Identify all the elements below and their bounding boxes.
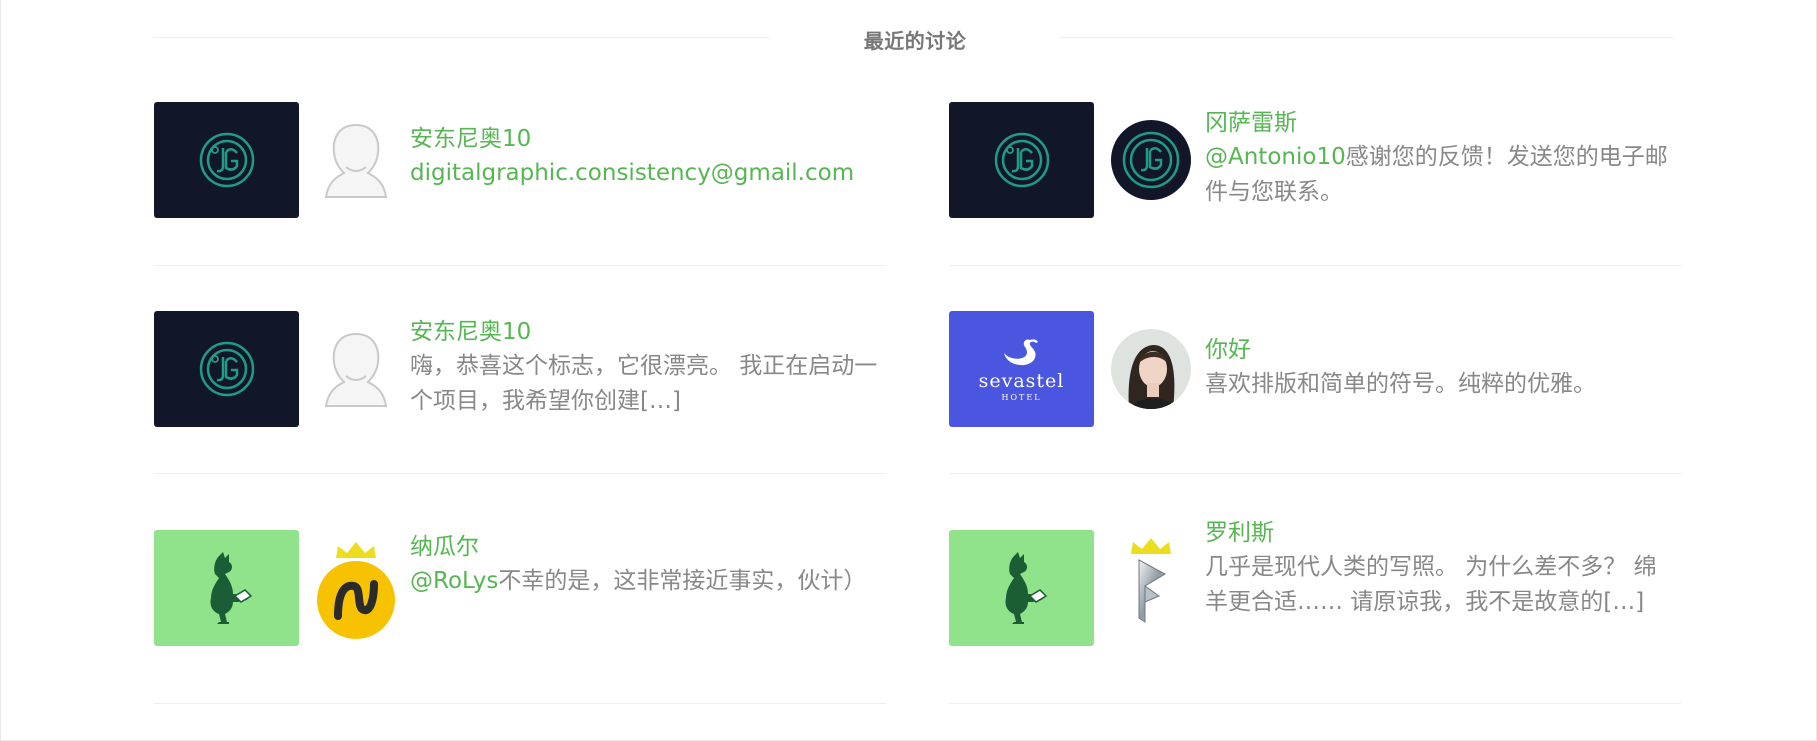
user-avatar[interactable] [1111,329,1191,409]
goat-reading-icon [209,552,252,624]
default-avatar-icon[interactable] [316,329,396,409]
discussion-item[interactable]: 罗利斯 几乎是现代人类的写照。 为什么差不多？ 绵羊更合适…… 请原谅我，我不是… [949,520,1681,710]
item-divider [949,265,1681,266]
logo-thumbnail[interactable] [949,102,1094,218]
comment-body[interactable]: 喜欢排版和简单的符号。纯粹的优雅。 [1205,367,1675,402]
user-avatar[interactable] [316,540,396,640]
jg-monogram-icon [199,132,254,188]
hotel-wordmark: sevastel [978,370,1065,392]
metal-p-logo-icon [1138,559,1167,623]
comment-body[interactable]: 几乎是现代人类的写照。 为什么差不多？ 绵羊更合适…… 请原谅我，我不是故意的[… [1205,550,1675,620]
logo-thumbnail[interactable] [154,311,299,427]
discussion-item[interactable]: 冈萨雷斯 @Antonio10感谢您的反馈！发送您的电子邮件与您联系。 [949,102,1681,282]
comment-body[interactable]: @RoLys不幸的是，这非常接近事实，伙计） [410,564,880,599]
portrait-photo-icon [1111,329,1191,409]
discussion-item[interactable]: 安东尼奥10 嗨，恭喜这个标志，它很漂亮。 我正在启动一个项目，我希望你创建[…… [154,311,886,491]
comment-text-block: 安东尼奥10 嗨，恭喜这个标志，它很漂亮。 我正在启动一个项目，我希望你创建[…… [410,315,880,419]
goat-reading-icon [1004,552,1047,624]
comment-author[interactable]: 安东尼奥10 [410,315,880,349]
swan-icon [1003,339,1038,366]
item-divider [154,473,886,474]
comment-text-block: 罗利斯 几乎是现代人类的写照。 为什么差不多？ 绵羊更合适…… 请原谅我，我不是… [1205,516,1675,620]
jg-monogram-icon [199,341,254,397]
n-logo-avatar-icon [317,561,395,639]
section-header: 最近的讨论 [0,22,1817,56]
comment-author[interactable]: 你好 [1205,333,1675,367]
comment-text-block: 纳瓜尔 @RoLys不幸的是，这非常接近事实，伙计） [410,530,880,599]
logo-thumbnail[interactable] [949,530,1094,646]
comment-body[interactable]: @Antonio10感谢您的反馈！发送您的电子邮件与您联系。 [1205,140,1675,210]
logo-thumbnail[interactable]: sevastel HOTEL [949,311,1094,427]
comment-mention[interactable]: @RoLys [410,568,498,594]
logo-thumbnail[interactable] [154,530,299,646]
title-divider-right [1060,37,1674,38]
comment-text-block: 安东尼奥10 digitalgraphic.consistency@gmail.… [410,122,880,191]
discussion-item[interactable]: 安东尼奥10 digitalgraphic.consistency@gmail.… [154,102,886,282]
crown-icon [336,542,376,558]
comment-body[interactable]: digitalgraphic.consistency@gmail.com [410,156,880,191]
comment-author[interactable]: 安东尼奥10 [410,122,880,156]
item-divider [949,473,1681,474]
jg-avatar-icon [1111,120,1191,200]
comment-author[interactable]: 罗利斯 [1205,516,1675,550]
comment-body-text: 不幸的是，这非常接近事实，伙计） [498,568,867,594]
logo-thumbnail[interactable] [154,102,299,218]
item-divider [154,703,886,704]
item-divider [154,265,886,266]
jg-monogram-icon [994,132,1049,188]
comment-author[interactable]: 纳瓜尔 [410,530,880,564]
crown-icon [1131,538,1171,554]
comment-text-block: 你好 喜欢排版和简单的符号。纯粹的优雅。 [1205,333,1675,402]
discussion-item[interactable]: 纳瓜尔 @RoLys不幸的是，这非常接近事实，伙计） [154,530,886,710]
user-avatar[interactable] [1111,120,1191,200]
comment-body[interactable]: 嗨，恭喜这个标志，它很漂亮。 我正在启动一个项目，我希望你创建[…] [410,349,880,419]
discussion-item[interactable]: sevastel HOTEL 你好 喜欢排版和简单的符号。纯粹的优雅。 [949,311,1681,491]
section-title: 最近的讨论 [863,29,967,53]
comment-text-block: 冈萨雷斯 @Antonio10感谢您的反馈！发送您的电子邮件与您联系。 [1205,106,1675,210]
hotel-subtitle: HOTEL [1001,393,1042,402]
default-avatar-icon[interactable] [316,120,396,200]
comment-mention[interactable]: @Antonio10 [1205,144,1346,170]
title-divider-left [153,37,770,38]
item-divider [949,703,1681,704]
user-avatar[interactable] [1111,536,1191,646]
comment-author[interactable]: 冈萨雷斯 [1205,106,1675,140]
